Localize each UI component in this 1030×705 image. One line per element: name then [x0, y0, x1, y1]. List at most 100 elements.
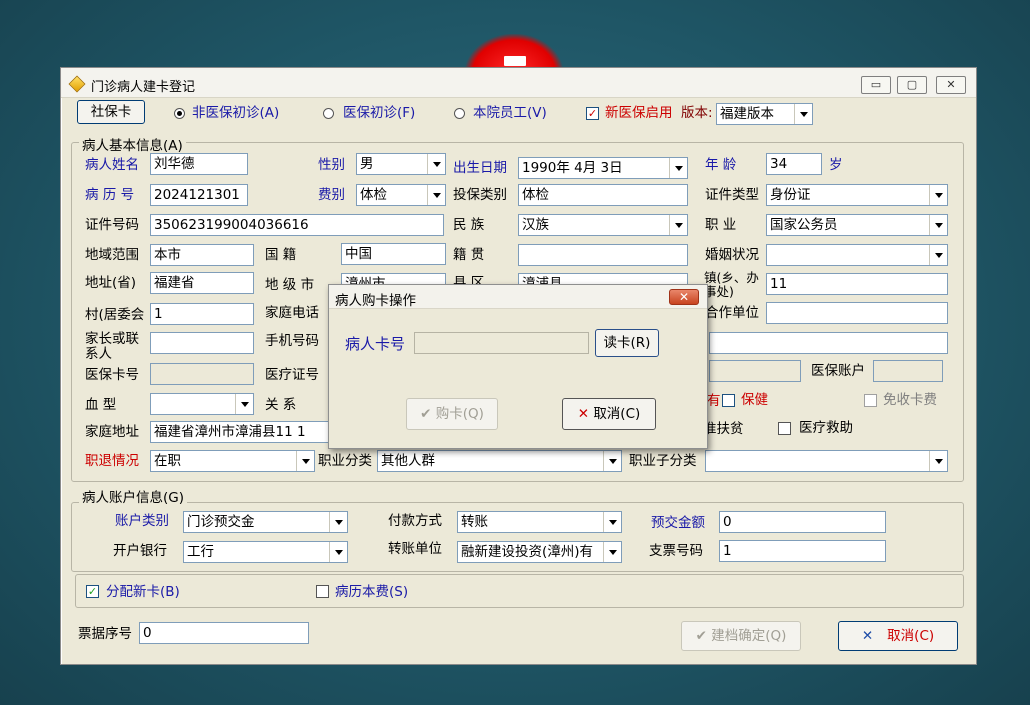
chevron-down-icon: [427, 185, 445, 205]
bank-label: 开户银行: [113, 543, 167, 559]
confirm-label: 建档确定(Q): [711, 628, 787, 644]
medical-cert-field[interactable]: [709, 360, 801, 382]
chevron-down-icon: [603, 542, 621, 562]
options-group: [75, 574, 964, 608]
maximize-button[interactable]: ▢: [897, 76, 927, 94]
confirm-button[interactable]: ✔ 建档确定(Q): [681, 621, 801, 651]
job-sub-label: 职业子分类: [629, 453, 697, 469]
coop-label: 合作单位: [705, 305, 759, 321]
pay-method-select[interactable]: 转账: [457, 511, 622, 533]
buy-card-button[interactable]: ✔ 购卡(Q): [406, 398, 498, 430]
medical-cert-label: 医疗证号: [265, 367, 319, 383]
country-field[interactable]: 中国: [341, 243, 446, 265]
chevron-down-icon: [929, 215, 947, 235]
version-select[interactable]: 福建版本: [716, 103, 813, 125]
assign-card-label: 分配新卡(B): [106, 584, 180, 600]
city-label: 地 级 市: [265, 277, 315, 293]
mobile-label: 手机号码: [265, 333, 319, 349]
cross-icon: ✕: [577, 406, 590, 422]
new-insurance-label: 新医保启用: [605, 105, 673, 121]
cancel-label: 取消(C): [887, 628, 935, 644]
chevron-down-icon: [929, 451, 947, 471]
social-card-button[interactable]: 社保卡: [77, 100, 145, 124]
job-sub-select[interactable]: [705, 450, 948, 472]
record-field[interactable]: 2024121301: [150, 184, 248, 206]
birth-date-picker[interactable]: 1990年 4月 3日: [518, 157, 688, 179]
blood-label: 血 型: [85, 397, 117, 413]
name-field[interactable]: 刘华德: [150, 153, 248, 175]
insure-account-field[interactable]: [873, 360, 943, 382]
native-field[interactable]: [518, 244, 688, 266]
address-field[interactable]: 福建省漳州市漳浦县11 1: [150, 421, 330, 443]
nation-select[interactable]: 汉族: [518, 214, 688, 236]
new-insurance-checkbox[interactable]: ✓: [586, 107, 599, 120]
insure-card-field[interactable]: [150, 363, 254, 385]
read-card-button[interactable]: 读卡(R): [595, 329, 659, 357]
name-label: 病人姓名: [85, 157, 139, 173]
care-checkbox[interactable]: [722, 394, 735, 407]
receipt-field[interactable]: 0: [139, 622, 309, 644]
fee-select[interactable]: 体检: [356, 184, 446, 206]
id-no-field[interactable]: 350623199004036616: [150, 214, 444, 236]
retire-select[interactable]: 在职: [150, 450, 315, 472]
job-class-label: 职业分类: [318, 453, 372, 469]
insure-card-label: 医保卡号: [85, 367, 139, 383]
cross-icon: ✕: [861, 628, 874, 644]
chevron-down-icon: [603, 451, 621, 471]
bank-select[interactable]: 工行: [183, 541, 348, 563]
retire-label: 职退情况: [85, 453, 139, 469]
card-no-field[interactable]: [414, 332, 589, 354]
radio-non-insurance[interactable]: [174, 108, 185, 119]
account-type-select[interactable]: 门诊预交金: [183, 511, 348, 533]
transfer-select[interactable]: 融新建设投资(漳州)有: [457, 541, 622, 563]
chevron-down-icon: [329, 542, 347, 562]
mobile-field-extra[interactable]: [709, 332, 948, 354]
red-mark: 有: [707, 393, 721, 409]
street-field[interactable]: 11: [766, 273, 948, 295]
insure-type-label: 投保类别: [453, 187, 507, 203]
radio-staff-label: 本院员工(V): [473, 105, 547, 121]
gender-label: 性别: [318, 157, 345, 173]
basic-info-title: 病人基本信息(A): [79, 134, 186, 154]
record-fee-checkbox[interactable]: [316, 585, 329, 598]
guardian-field[interactable]: [150, 332, 254, 354]
radio-staff[interactable]: [454, 108, 465, 119]
aid-checkbox[interactable]: [778, 422, 791, 435]
province-field[interactable]: 福建省: [150, 272, 254, 294]
title-bar: 门诊病人建卡登记 ▭ ▢ ✕: [61, 68, 976, 98]
background-notch: [504, 56, 526, 66]
chevron-down-icon: [669, 215, 687, 235]
free-fee-checkbox[interactable]: [864, 394, 877, 407]
minimize-button[interactable]: ▭: [861, 76, 891, 94]
village-field[interactable]: 1: [150, 303, 254, 325]
prepay-field[interactable]: 0: [719, 511, 886, 533]
chevron-down-icon: [329, 512, 347, 532]
job-class-select[interactable]: 其他人群: [377, 450, 622, 472]
insure-type-field[interactable]: 体检: [518, 184, 688, 206]
gender-select[interactable]: 男: [356, 153, 446, 175]
blood-select[interactable]: [150, 393, 254, 415]
dialog-cancel-button[interactable]: ✕ 取消(C): [562, 398, 656, 430]
buy-card-label: 购卡(Q): [435, 406, 484, 422]
street-label: 镇(乡、办事处): [704, 270, 759, 299]
check-icon: ✔: [695, 628, 707, 644]
dialog-close-button[interactable]: ✕: [669, 289, 699, 305]
coop-field[interactable]: [766, 302, 948, 324]
age-field[interactable]: 34: [766, 153, 822, 175]
id-type-select[interactable]: 身份证: [766, 184, 948, 206]
home-phone-label: 家庭电话: [265, 305, 319, 321]
chevron-down-icon: [929, 245, 947, 265]
receipt-label: 票据序号: [78, 626, 132, 642]
window-title: 门诊病人建卡登记: [91, 80, 196, 95]
close-button[interactable]: ✕: [936, 76, 966, 94]
check-no-field[interactable]: 1: [719, 540, 886, 562]
assign-card-checkbox[interactable]: ✓: [86, 585, 99, 598]
region-field[interactable]: 本市: [150, 244, 254, 266]
marriage-select[interactable]: [766, 244, 948, 266]
address-label: 家庭地址: [85, 424, 139, 440]
cancel-button[interactable]: ✕ 取消(C): [838, 621, 958, 651]
chevron-down-icon: [296, 451, 314, 471]
radio-insurance[interactable]: [323, 108, 334, 119]
chevron-down-icon: [603, 512, 621, 532]
job-select[interactable]: 国家公务员: [766, 214, 948, 236]
